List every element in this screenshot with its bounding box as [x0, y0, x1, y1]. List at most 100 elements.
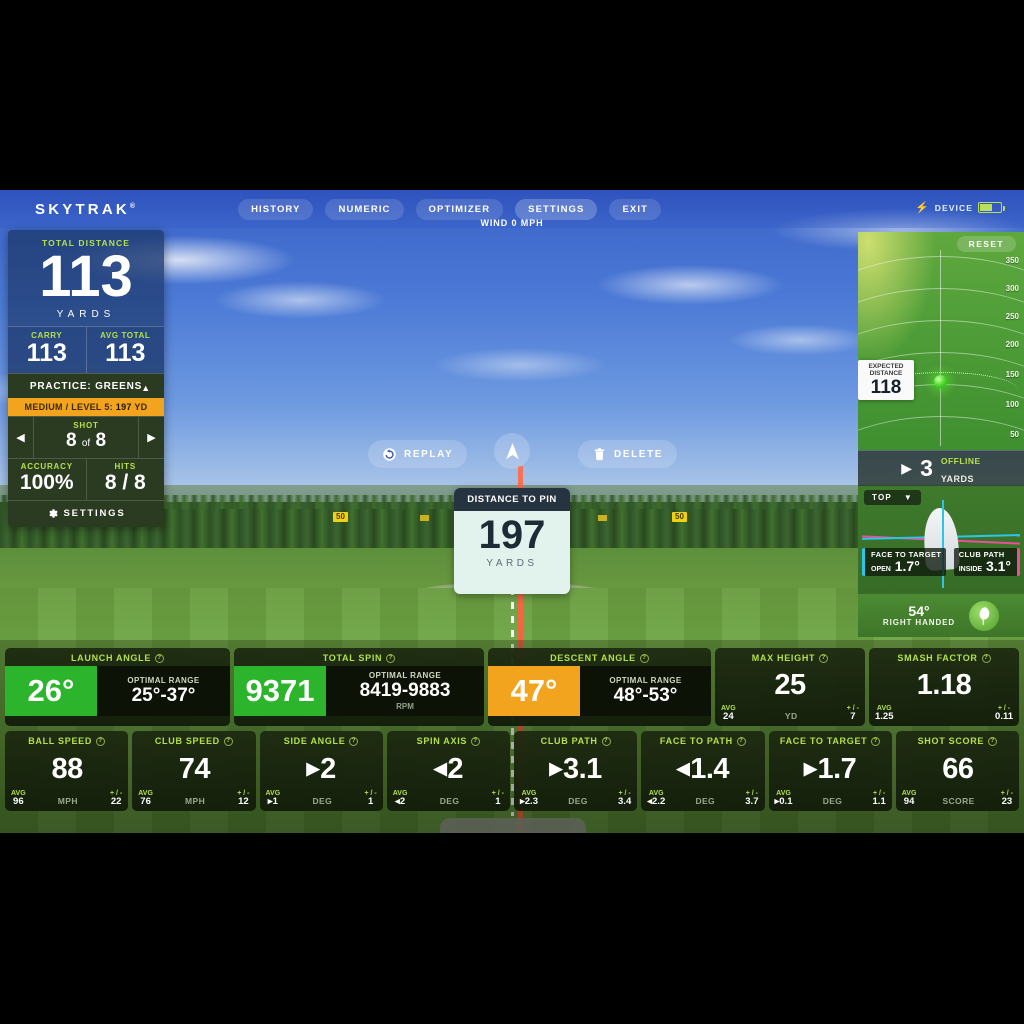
- carry-value: 113: [26, 338, 67, 367]
- shot-score-pm: 23: [1001, 796, 1013, 808]
- club-path-avg: ▸2.3: [520, 796, 538, 808]
- face-to-target-avg: ▸0.1: [774, 796, 793, 808]
- practice-mode-header[interactable]: PRACTICE: GREENS ▲: [8, 372, 164, 398]
- launch-angle-range: 25°-37°: [131, 684, 196, 706]
- side-angle-title: SIDE ANGLE: [283, 736, 346, 746]
- face-to-path-unit: DEG: [695, 796, 716, 806]
- nav-history[interactable]: HISTORY: [238, 198, 314, 220]
- info-icon[interactable]: ?: [471, 736, 481, 746]
- shot-score-avg: 94: [903, 796, 915, 808]
- face-to-target-stat-title: FACE TO TARGET: [779, 736, 868, 746]
- nav-items: HISTORY NUMERIC OPTIMIZER SETTINGS EXIT: [238, 198, 661, 220]
- trash-icon: [594, 447, 605, 460]
- panel-settings-label: SETTINGS: [63, 507, 126, 519]
- range-tick-350: 350: [1005, 256, 1019, 265]
- nav-exit[interactable]: EXIT: [609, 198, 661, 220]
- info-icon[interactable]: ?: [223, 736, 233, 746]
- metric-smash-factor: SMASH FACTOR ? 1.18 AVG 1.25 + / - 0.11: [869, 648, 1019, 726]
- expected-distance-card: EXPECTED DISTANCE 118: [858, 360, 914, 400]
- spin-axis-title: SPIN AXIS: [416, 736, 468, 746]
- info-icon[interactable]: ?: [155, 653, 165, 663]
- nav-numeric[interactable]: NUMERIC: [325, 198, 404, 220]
- shot-score-unit: SCORE: [942, 796, 975, 806]
- nav-optimizer[interactable]: OPTIMIZER: [415, 198, 504, 220]
- face-to-path-pm: 3.7: [745, 796, 759, 808]
- level-distance: 197: [115, 401, 132, 412]
- spin-axis-arrow-icon: ◀: [433, 759, 447, 779]
- club-path-title: CLUB PATH: [540, 736, 598, 746]
- info-icon[interactable]: ?: [871, 736, 881, 746]
- wind-readout: WIND 0 MPH: [480, 218, 544, 228]
- ball-speed-title: BALL SPEED: [28, 736, 93, 746]
- max-height-pm: 7: [850, 711, 856, 723]
- total-spin-title: TOTAL SPIN: [322, 653, 383, 663]
- battery-icon: [978, 202, 1005, 213]
- ball-speed-avg: 96: [13, 796, 24, 808]
- info-icon[interactable]: ?: [639, 653, 649, 663]
- yardage-marker-left: 50: [333, 512, 348, 522]
- ball-speed-unit: MPH: [57, 796, 78, 806]
- panel-settings-button[interactable]: SETTINGS: [8, 499, 164, 527]
- range-tick-150: 150: [1005, 370, 1019, 379]
- simulator-screen: 50 50 ⌄ SKYTRAK® HISTORY NUMERIC OPTIMIZ…: [0, 190, 1024, 833]
- face-to-target-value: 1.7°: [894, 558, 920, 574]
- total-spin-value: 9371: [234, 666, 326, 716]
- smash-factor-pm: 0.11: [995, 711, 1013, 723]
- distance-to-pin-value: 197: [478, 513, 546, 557]
- metric-club-path: CLUB PATH? ▶ 3.1 AVG ▸2.3 DEG + / -3.4: [514, 731, 638, 811]
- shot-score-title: SHOT SCORE: [917, 736, 985, 746]
- shot-label: SHOT: [73, 420, 99, 430]
- club-path-prefix: INSIDE: [958, 566, 983, 573]
- face-to-path-title: FACE TO PATH: [659, 736, 733, 746]
- metric-spin-axis: SPIN AXIS? ◀ 2 AVG ◂2 DEG + / -1: [386, 731, 510, 811]
- spin-axis-unit: DEG: [439, 796, 460, 806]
- total-distance-value: 113: [39, 244, 133, 309]
- carry-avg-row: CARRY 113 AVG TOTAL 113: [8, 325, 164, 373]
- range-tick-50: 50: [1010, 430, 1019, 439]
- previous-shot-button[interactable]: ◀: [8, 416, 34, 458]
- practice-mode-label: PRACTICE: GREENS: [29, 380, 143, 392]
- shot-total: 8: [95, 429, 107, 451]
- info-icon[interactable]: ?: [386, 653, 396, 663]
- max-height-unit: YD: [784, 711, 798, 721]
- metric-club-speed: CLUB SPEED? 74 AVG 76 MPH + / -12: [132, 731, 256, 811]
- face-to-target-stat-value: 1.7: [817, 752, 857, 785]
- next-shot-button[interactable]: ▶: [138, 416, 164, 458]
- launch-angle-range-label: OPTIMAL RANGE: [127, 675, 200, 685]
- info-icon[interactable]: ?: [988, 736, 998, 746]
- spin-axis-value: 2: [447, 752, 463, 785]
- info-icon[interactable]: ?: [349, 736, 359, 746]
- face-to-target-arrow-icon: ▶: [803, 759, 817, 779]
- info-icon[interactable]: ?: [981, 653, 991, 663]
- club-speed-pm: 12: [238, 796, 249, 808]
- view-select-dropdown[interactable]: TOP ▼: [864, 490, 922, 505]
- view-select-label: TOP: [872, 493, 892, 502]
- smash-factor-value: 1.18: [916, 668, 972, 701]
- hits-cell: HITS 8 / 8: [85, 458, 165, 500]
- device-label: DEVICE: [934, 202, 973, 213]
- info-icon[interactable]: ?: [736, 736, 746, 746]
- metric-ball-speed: BALL SPEED? 88 AVG 96 MPH + / -22: [5, 731, 129, 811]
- ball-speed-pm: 22: [110, 796, 122, 808]
- info-icon[interactable]: ?: [601, 736, 611, 746]
- device-status[interactable]: ⚡ DEVICE: [915, 201, 1005, 214]
- info-icon[interactable]: ?: [96, 736, 106, 746]
- nav-settings[interactable]: SETTINGS: [515, 198, 598, 220]
- shot-counter: SHOT 8 of 8: [34, 417, 138, 458]
- shot-of: of: [81, 437, 91, 449]
- wind-direction-button[interactable]: [494, 433, 530, 469]
- accuracy-label: ACCURACY: [20, 461, 73, 471]
- metric-face-to-target: FACE TO TARGET? ▶ 1.7 AVG ▸0.1 DEG + / -1.…: [768, 731, 892, 811]
- metric-total-spin: TOTAL SPIN ? 9371 OPTIMAL RANGE 8419-988…: [234, 648, 484, 726]
- metric-side-angle: SIDE ANGLE? ▶ 2 AVG ▸1 DEG + / -1: [259, 731, 383, 811]
- replay-button[interactable]: REPLAY: [368, 440, 468, 468]
- hits-label: HITS: [114, 461, 136, 471]
- top-down-range-view: RESET 350 300 250 200 150 100 50 EXPECTE…: [858, 232, 1024, 450]
- yardage-marker-small: [420, 515, 429, 521]
- reset-button[interactable]: RESET: [956, 236, 1016, 252]
- club-speed-title: CLUB SPEED: [154, 736, 220, 746]
- delete-button[interactable]: DELETE: [578, 440, 678, 468]
- info-icon[interactable]: ?: [819, 653, 829, 663]
- club-selection-footer[interactable]: 54° RIGHT HANDED: [858, 594, 1024, 637]
- accuracy-hits-row: ACCURACY 100% HITS 8 / 8: [8, 457, 165, 500]
